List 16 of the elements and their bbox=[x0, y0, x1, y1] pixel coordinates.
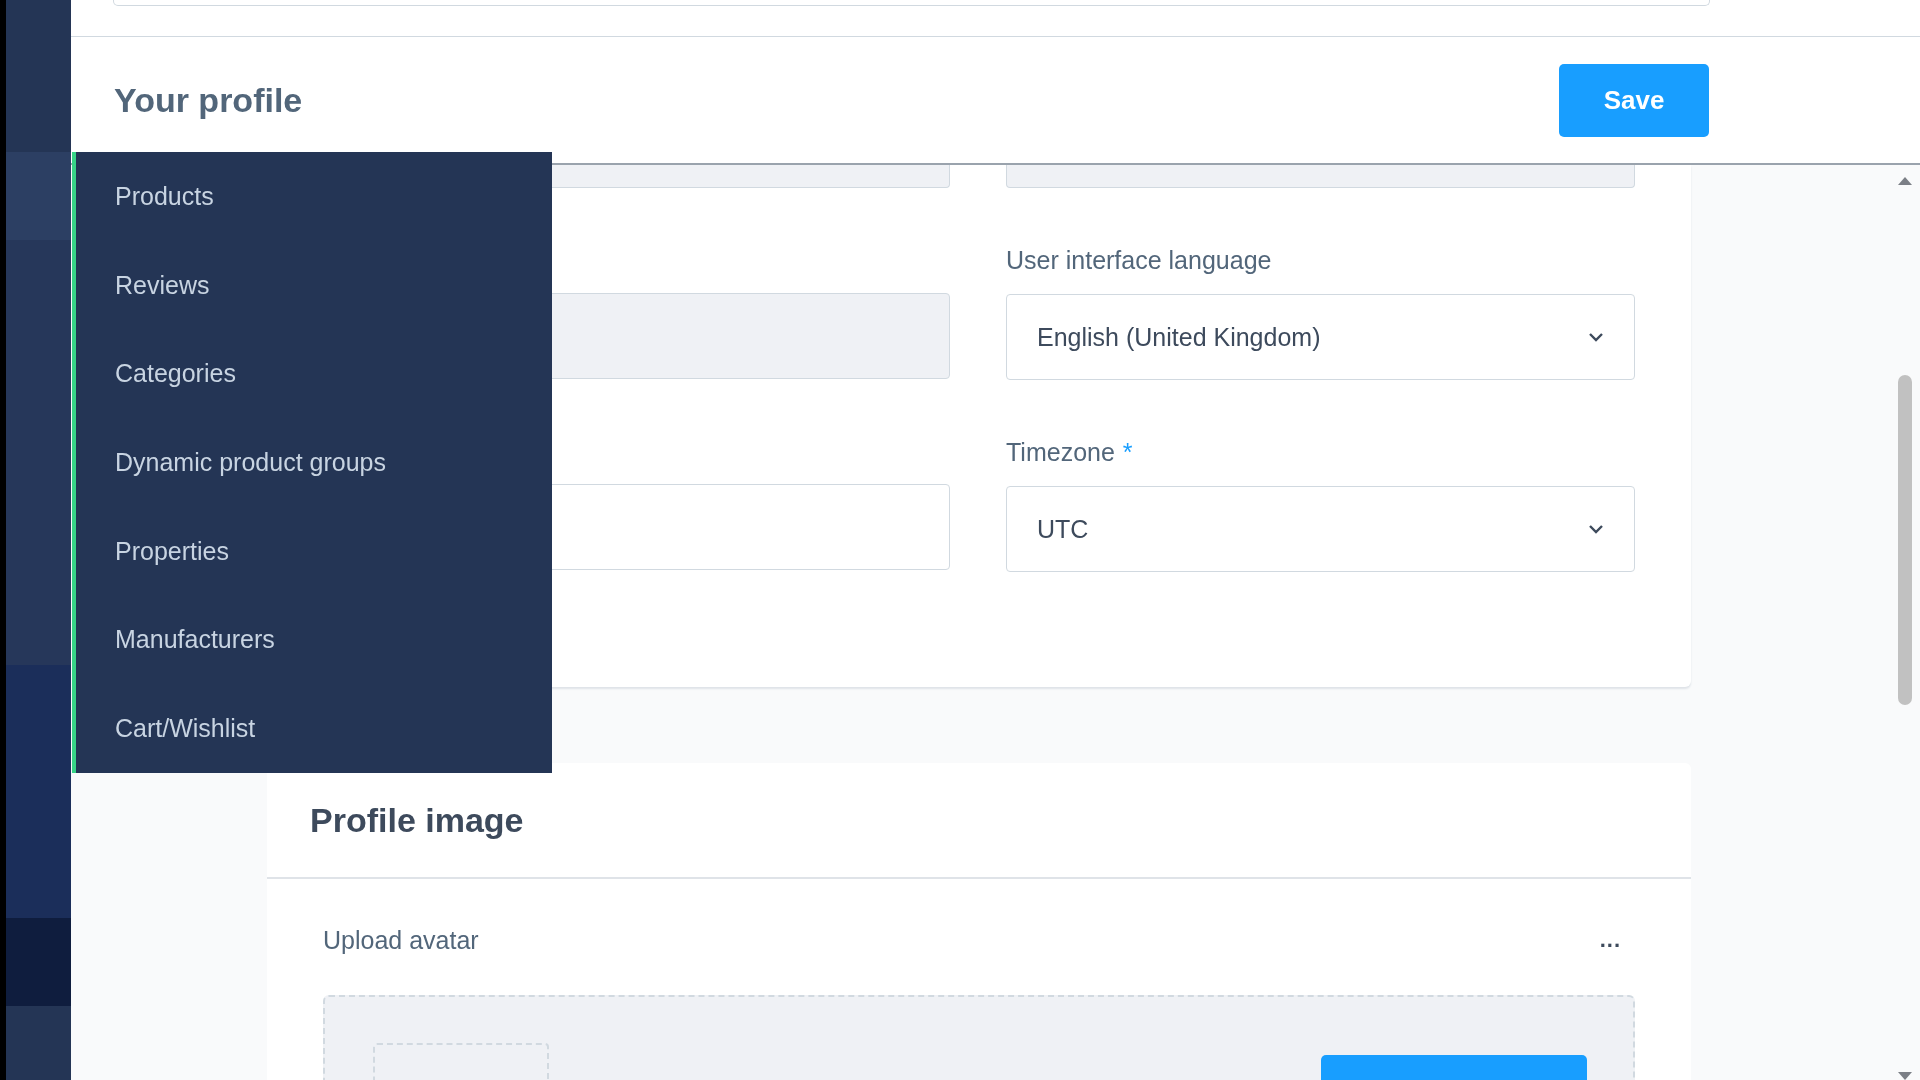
select-field[interactable]: UTC bbox=[1006, 486, 1635, 572]
menu-item[interactable]: Products bbox=[76, 152, 552, 241]
card-title: Profile image bbox=[310, 800, 524, 840]
field-label: Timezone bbox=[1006, 438, 1115, 467]
required-mark: * bbox=[1122, 438, 1133, 467]
menu-item[interactable]: Properties bbox=[76, 506, 552, 596]
page-title: Your profile bbox=[114, 80, 303, 120]
field-label: User interface language bbox=[1006, 246, 1272, 275]
menu-item[interactable]: Reviews bbox=[76, 240, 552, 330]
menu-item[interactable]: Cart/Wishlist bbox=[76, 684, 552, 773]
upload-label: Upload avatar bbox=[323, 925, 479, 955]
menu-item[interactable]: Manufacturers bbox=[76, 595, 552, 685]
more-button[interactable]: ... bbox=[1585, 927, 1635, 953]
menu-item[interactable]: Dynamic product groups bbox=[76, 418, 552, 507]
select-field[interactable]: English (United Kingdom) bbox=[1006, 294, 1635, 380]
menu-item[interactable]: Categories bbox=[76, 329, 552, 419]
